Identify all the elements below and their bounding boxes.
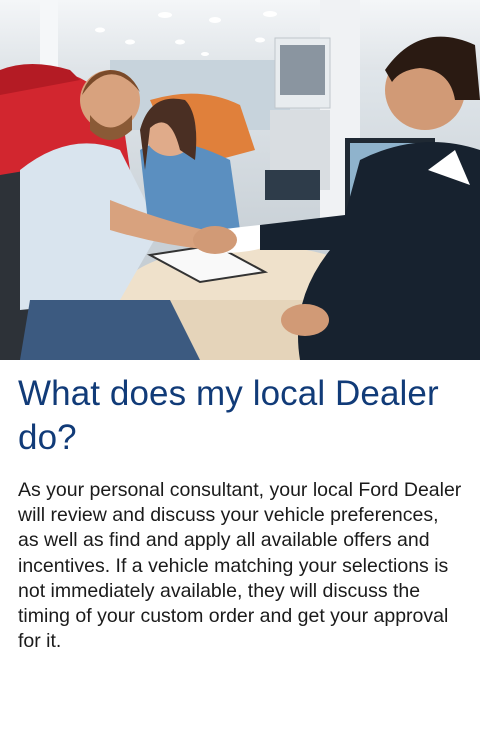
article-content: What does my local Dealer do? As your pe… [18,372,464,654]
info-card: What does my local Dealer do? As your pe… [0,0,480,750]
dealership-handshake-illustration [0,0,480,360]
hero-image [0,0,480,360]
article-body: As your personal consultant, your local … [18,479,462,653]
page-title: What does my local Dealer do? [18,374,439,457]
